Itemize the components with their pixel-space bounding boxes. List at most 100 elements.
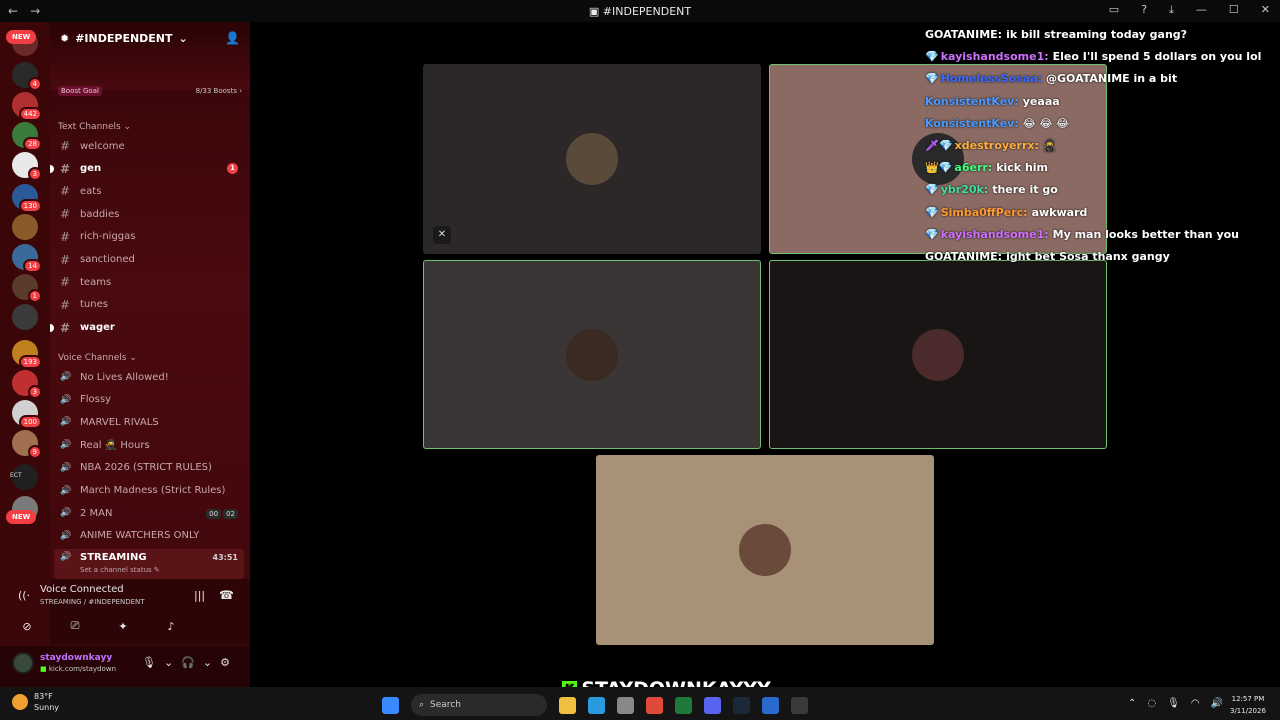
voice-channel[interactable]: 🔊 MARVEL RIVALS xyxy=(54,412,244,432)
voice-channel[interactable]: 🔊 No Lives Allowed! xyxy=(54,367,244,387)
app-icon[interactable] xyxy=(762,696,779,714)
text-channel-welcome[interactable]: # welcome xyxy=(54,136,244,156)
gear-icon[interactable]: ⚙ xyxy=(220,656,230,669)
channel-name: tunes xyxy=(80,299,108,311)
excel-icon[interactable] xyxy=(675,696,692,714)
network-icon[interactable]: ◌ xyxy=(1147,698,1156,709)
voice-channel[interactable]: 🔊 Flossy xyxy=(54,390,244,410)
server-icon[interactable]: 14 xyxy=(12,244,42,273)
voice-connected-channel[interactable]: STREAMING / #INDEPENDENT xyxy=(40,598,145,606)
user-name[interactable]: staydownkayy xyxy=(40,653,112,663)
server-icon[interactable]: 28 xyxy=(12,122,42,151)
text-channel-tunes[interactable]: # tunes xyxy=(54,295,244,315)
discord-icon[interactable] xyxy=(704,696,721,714)
obs-icon[interactable] xyxy=(791,696,808,714)
soundboard-icon[interactable]: ♪ xyxy=(158,618,184,634)
channel-status[interactable]: Set a channel status ✎ xyxy=(80,566,160,574)
noise-suppression-icon[interactable]: ||| xyxy=(194,589,205,602)
speaker-icon: 🔊 xyxy=(60,508,72,519)
server-icon[interactable]: 1 xyxy=(12,274,42,303)
chrome-icon[interactable] xyxy=(646,696,663,714)
server-icon[interactable] xyxy=(12,304,38,330)
search-box[interactable]: ⌕ Search xyxy=(411,694,547,716)
signal-icon[interactable]: ((· xyxy=(18,589,30,602)
inbox-icon[interactable]: ▭ xyxy=(1109,3,1119,17)
headphones-icon[interactable]: 🎧 xyxy=(181,656,195,669)
clock[interactable]: 12:57 PM 3/11/2026 xyxy=(1230,693,1266,717)
chevron-up-icon[interactable]: ⌃ xyxy=(1128,698,1136,709)
invite-icon[interactable]: 👤 xyxy=(225,31,240,45)
chevron-down-icon[interactable]: ⌄ xyxy=(203,656,212,669)
voice-channel[interactable]: 🔊 NBA 2026 (STRICT RULES) xyxy=(54,458,244,478)
server-icon[interactable]: 3 xyxy=(12,370,42,399)
server-icon[interactable]: 442 xyxy=(12,92,42,121)
close-icon[interactable]: ✕ xyxy=(1261,3,1270,17)
server-icon[interactable]: 100 xyxy=(12,400,42,429)
mic-icon[interactable]: 🎙 xyxy=(1167,698,1180,709)
voice-channels-category[interactable]: Voice Channels ⌄ xyxy=(58,353,137,363)
text-channel-gen[interactable]: # gen 1 xyxy=(50,159,244,179)
activities-icon[interactable]: ✦ xyxy=(110,618,136,634)
maximize-icon[interactable]: ☐ xyxy=(1229,3,1239,17)
screen-share-icon[interactable]: ⎚ xyxy=(62,618,88,634)
server-icon[interactable]: 193 xyxy=(12,340,42,369)
muted-icon: ✕ xyxy=(433,226,451,244)
text-channel-wager[interactable]: # wager xyxy=(50,318,244,338)
video-tile[interactable] xyxy=(596,455,934,645)
server-icon[interactable]: 130 xyxy=(12,184,42,213)
wifi-icon[interactable]: ◠ xyxy=(1191,698,1200,709)
mention-badge: 130 xyxy=(18,199,42,213)
kick-icon: ■ xyxy=(40,665,47,673)
text-channel-baddies[interactable]: # baddies xyxy=(54,204,244,224)
boost-goal-bar[interactable]: Boost Goal 8/33 Boosts › xyxy=(58,84,242,98)
chat-message: 💎 Simba0ffPerc: awkward xyxy=(925,206,1275,228)
edge-icon[interactable] xyxy=(588,696,605,714)
channel-name: welcome xyxy=(80,140,125,152)
volume-icon[interactable]: 🔊 xyxy=(1211,698,1223,709)
guild-name[interactable]: ✹ #INDEPENDENT ⌄ xyxy=(60,32,188,45)
chevron-down-icon[interactable]: ⌄ xyxy=(164,656,173,669)
video-tile[interactable] xyxy=(769,260,1107,449)
server-icon[interactable]: ECT xyxy=(10,464,38,490)
mention-badge: 3 xyxy=(27,385,42,399)
text-channels-category[interactable]: Text Channels ⌄ xyxy=(58,122,131,132)
chat-username: GOATANIME: xyxy=(925,249,1003,263)
download-icon[interactable]: ⤓ xyxy=(1169,3,1174,17)
voice-channel[interactable]: 🔊 March Madness (Strict Rules) xyxy=(54,481,244,501)
server-icon[interactable]: 3 xyxy=(12,152,42,181)
weather-desc: Sunny xyxy=(34,703,60,712)
server-icon[interactable]: 4 xyxy=(12,62,42,91)
text-channel-sanctioned[interactable]: # sanctioned xyxy=(54,250,244,270)
file-explorer-icon[interactable] xyxy=(559,696,576,714)
disconnect-icon[interactable]: ☎ xyxy=(219,588,234,602)
chat-text: awkward xyxy=(1031,205,1088,219)
clock-date: 3/11/2026 xyxy=(1230,707,1266,715)
channel-name: March Madness (Strict Rules) xyxy=(80,485,226,496)
voice-channel[interactable]: 🔊 ANIME WATCHERS ONLY xyxy=(54,526,244,546)
voice-channel[interactable]: 🔊 Real 🥷 Hours xyxy=(54,435,244,455)
hashtag-icon: # xyxy=(60,139,71,153)
server-icon[interactable] xyxy=(12,214,38,240)
voice-channel[interactable]: 🔊 2 MAN 00 02 xyxy=(54,503,244,523)
help-icon[interactable]: ? xyxy=(1141,3,1147,17)
weather-widget[interactable]: 83°F Sunny xyxy=(12,691,59,713)
settings-icon[interactable] xyxy=(617,696,634,714)
unread-indicator xyxy=(50,323,54,332)
microphone-icon[interactable]: 🎙 xyxy=(142,656,156,669)
video-tile[interactable]: ✕ xyxy=(423,64,761,254)
text-channel-rich-niggas[interactable]: # rich-niggas xyxy=(54,227,244,247)
guild-header[interactable]: ✹ #INDEPENDENT ⌄ 👤 xyxy=(50,22,250,90)
user-avatar[interactable] xyxy=(12,652,34,674)
voice-channel[interactable]: 🔊 STREAMING 43:51 Set a channel status ✎ xyxy=(54,548,244,579)
video-tile[interactable] xyxy=(423,260,761,449)
minimize-icon[interactable]: — xyxy=(1196,3,1207,17)
camera-off-icon[interactable]: ⊘ xyxy=(14,618,40,634)
text-channel-eats[interactable]: # eats xyxy=(54,181,244,201)
chat-text: My man looks better than you xyxy=(1052,227,1240,241)
start-icon[interactable] xyxy=(382,696,399,714)
server-icon[interactable]: 9 xyxy=(12,430,42,459)
text-channel-teams[interactable]: # teams xyxy=(54,272,244,292)
voice-connected-label[interactable]: Voice Connected xyxy=(40,584,124,595)
user-badge-icon: 💎 xyxy=(925,72,939,86)
steam-icon[interactable] xyxy=(733,696,750,714)
